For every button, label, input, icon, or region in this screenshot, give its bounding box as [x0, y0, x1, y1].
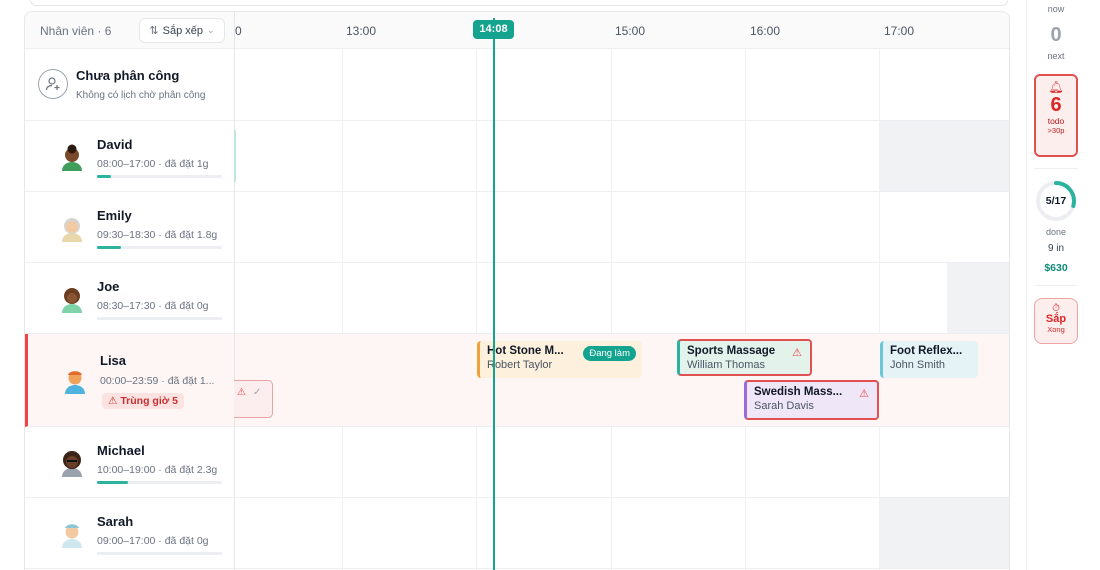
booking-progress	[97, 552, 222, 555]
top-panel-edge	[30, 0, 1008, 6]
booking-progress	[97, 246, 222, 249]
appointment-card[interactable]: Hot Stone M... Robert Taylor Đang làm	[477, 341, 642, 378]
avatar	[62, 524, 82, 548]
finishing-soon-label: Sắp	[1045, 313, 1067, 325]
overlap-warning-badge: ⚠ Trùng giờ 5	[102, 393, 184, 409]
sort-arrows-icon: ⇅	[149, 25, 159, 37]
avatar	[62, 144, 82, 171]
schedule-board: Nhân viên · 6 ⇅ Sắp xếp ⌄ 0 13:00 15:00 …	[24, 11, 1010, 570]
staff-column-title: Nhân viên · 6	[40, 24, 112, 38]
revenue-total: $630	[1044, 262, 1068, 274]
unassigned-row: Chưa phân công Không có lịch chờ phân cô…	[25, 49, 1009, 121]
appointment-client: William Thomas	[687, 359, 766, 371]
warning-icon: ⚠	[859, 388, 869, 400]
divider	[1035, 285, 1077, 286]
avatar	[62, 288, 82, 313]
todo-count: 6	[1050, 94, 1062, 116]
staff-name: Lisa	[100, 353, 127, 368]
staff-hours: 08:00–17:00 · đã đặt 1g	[97, 158, 209, 170]
staff-column-divider	[234, 12, 235, 570]
booking-progress	[97, 175, 222, 178]
appointment-client: John Smith	[890, 359, 946, 371]
time-tick: 13:00	[346, 24, 377, 38]
appointment-card[interactable]: Foot Reflex... John Smith	[880, 341, 978, 378]
add-user-icon	[38, 69, 68, 99]
finishing-soon-sub: Xong	[1047, 325, 1065, 334]
staff-row-michael[interactable]: Michael 10:00–19:00 · đã đặt 2.3g	[25, 427, 1009, 498]
warning-icon: ⚠	[792, 347, 802, 359]
off-hours-shade	[880, 498, 1009, 568]
current-time-badge: 14:08	[473, 20, 514, 39]
staff-name: David	[97, 137, 133, 152]
appointment-service: Sports Massage	[687, 345, 776, 357]
next-label: next	[1047, 51, 1065, 61]
in-progress-badge: Đang làm	[583, 346, 636, 361]
time-tick: 15:00	[615, 24, 646, 38]
todo-label: todo	[1047, 116, 1065, 126]
staff-hours: 10:00–19:00 · đã đặt 2.3g	[97, 464, 218, 476]
time-tick: 16:00	[750, 24, 781, 38]
todo-threshold: >30p	[1047, 126, 1065, 135]
warning-icon: ⚠	[237, 387, 246, 398]
avatar	[62, 451, 82, 477]
divider	[1035, 168, 1077, 169]
timeline-header: Nhân viên · 6 ⇅ Sắp xếp ⌄ 0 13:00 15:00 …	[25, 12, 1009, 49]
sort-button[interactable]: ⇅ Sắp xếp ⌄	[139, 18, 225, 43]
current-time-line	[493, 18, 495, 570]
todo-overdue-button[interactable]: 🔔︎ 6 todo >30p	[1034, 74, 1078, 157]
avatar	[65, 371, 85, 394]
now-label: now	[1047, 4, 1065, 14]
staff-row-joe[interactable]: Joe 08:30–17:30 · đã đặt 0g	[25, 263, 1009, 334]
staff-hours: 00:00–23:59 · đã đặt 1...	[100, 375, 215, 387]
booking-progress	[97, 317, 222, 320]
bell-icon: 🔔︎	[1048, 80, 1064, 94]
avatar	[62, 218, 82, 242]
unassigned-title: Chưa phân công	[76, 68, 180, 83]
staff-name: Joe	[97, 279, 120, 294]
checked-in-count: 9 in	[1047, 243, 1065, 254]
check-icon: ✓	[253, 387, 262, 398]
scheduler-app: Nhân viên · 6 ⇅ Sắp xếp ⌄ 0 13:00 15:00 …	[0, 0, 1100, 570]
staff-hours: 09:30–18:30 · đã đặt 1.8g	[97, 229, 218, 241]
staff-name: Michael	[97, 443, 145, 458]
appointment-edge	[234, 130, 236, 182]
done-ratio: 5/17	[1045, 195, 1067, 207]
staff-name: Sarah	[97, 514, 134, 529]
staff-hours: 09:00–17:00 · đã đặt 0g	[97, 535, 209, 547]
overlapping-appointment-stub[interactable]: ⚠ ✓	[234, 380, 273, 418]
staff-row-emily[interactable]: Emily 09:30–18:30 · đã đặt 1.8g	[25, 192, 1009, 263]
sort-button-label: Sắp xếp	[162, 24, 204, 37]
warning-icon: ⚠	[108, 395, 121, 407]
appointment-service: Swedish Mass...	[754, 386, 843, 398]
staff-hours: 08:30–17:30 · đã đặt 0g	[97, 300, 209, 312]
booking-progress	[97, 481, 222, 484]
finishing-soon-button[interactable]: ⏱︎ Sắp Xong	[1034, 298, 1078, 344]
chevron-down-icon: ⌄	[207, 25, 215, 35]
appointment-card[interactable]: Sports Massage William Thomas ⚠	[677, 339, 812, 376]
appointment-client: Sarah Davis	[754, 400, 814, 412]
staff-row-sarah[interactable]: Sarah 09:00–17:00 · đã đặt 0g	[25, 498, 1009, 569]
staff-row-david[interactable]: David 08:00–17:00 · đã đặt 1g	[25, 121, 1009, 192]
done-label: done	[1045, 227, 1067, 237]
time-tick: 17:00	[884, 24, 915, 38]
appointment-service: Foot Reflex...	[890, 345, 963, 357]
appointment-card[interactable]: Swedish Mass... Sarah Davis ⚠	[744, 380, 879, 420]
summary-sidebar: now 0 next 🔔︎ 6 todo >30p 5/17 done 9 in…	[1026, 0, 1100, 570]
staff-name: Emily	[97, 208, 132, 223]
next-count: 0	[1050, 24, 1062, 46]
time-tick: 0	[235, 24, 242, 38]
off-hours-shade	[947, 263, 1009, 333]
off-hours-shade	[880, 121, 1009, 191]
unassigned-subtitle: Không có lịch chờ phân công	[76, 90, 206, 101]
